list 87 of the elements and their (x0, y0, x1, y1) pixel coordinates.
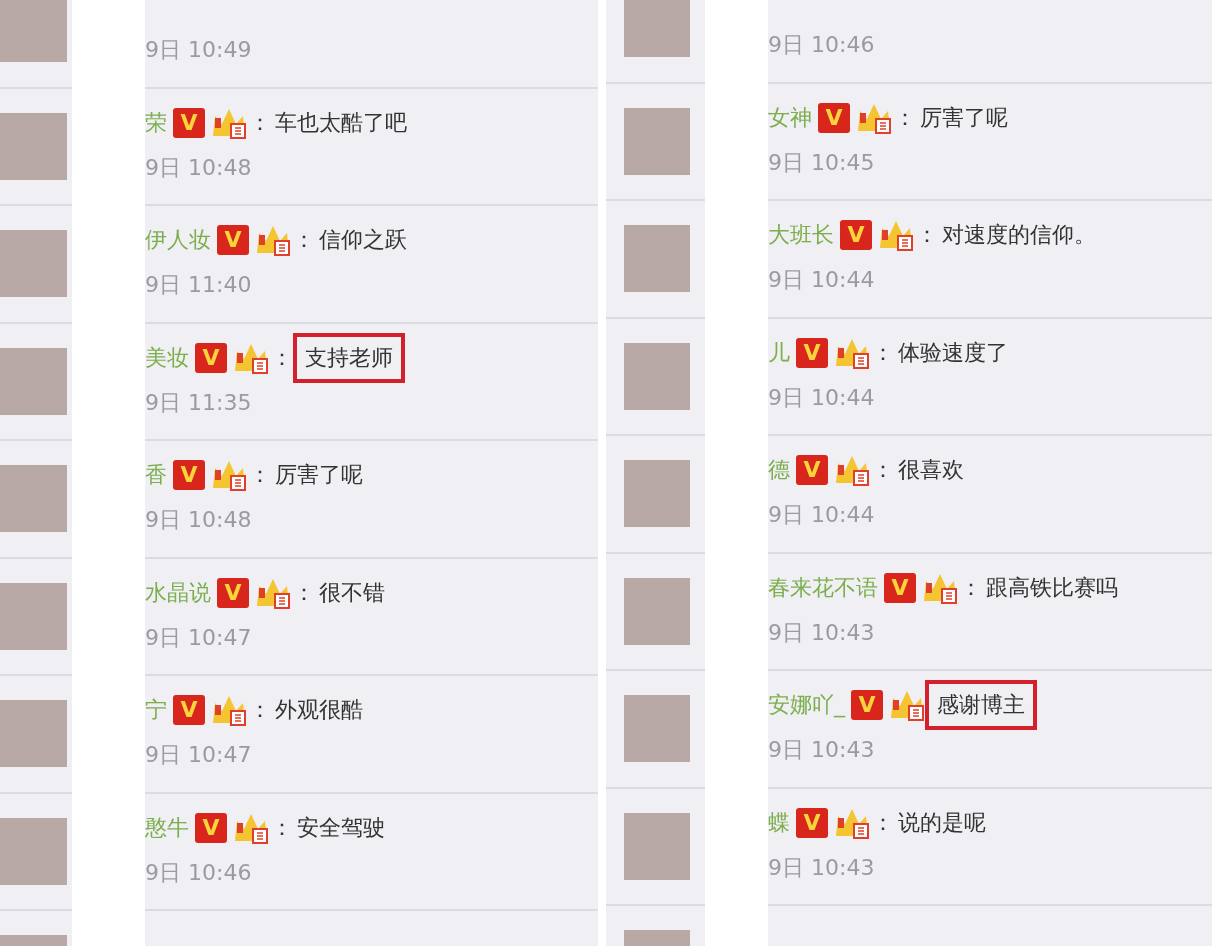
comment-text: 支持老师 (293, 332, 405, 383)
comment-text: 很不错 (319, 578, 385, 607)
colon-separator: ： (293, 226, 315, 254)
comment-time: 9日 10:46 (145, 858, 253, 887)
verified-badge: V (195, 342, 227, 373)
colon-separator: ： (894, 103, 916, 132)
username-link[interactable]: 德 (768, 455, 790, 485)
comment-text: 厉害了呢 (920, 103, 1008, 132)
comment-time: 9日 10:43 (768, 853, 876, 882)
verified-badge: V (840, 220, 872, 250)
comment-text: 跟高铁比赛吗 (986, 573, 1118, 602)
colon-separator: ： (960, 573, 982, 602)
avatar-photo[interactable] (624, 695, 690, 763)
verified-badge: V (796, 807, 828, 838)
username-link[interactable]: 美妆 (145, 342, 189, 373)
avatar-photo[interactable] (624, 225, 690, 293)
avatar-photo[interactable] (0, 817, 67, 885)
username-link[interactable]: 儿 (768, 337, 790, 368)
comment-time: 9日 10:44 (768, 266, 876, 294)
username-link[interactable]: 女神 (768, 102, 812, 133)
comment-time: 9日 10:43 (768, 736, 876, 764)
colon-separator: ： (249, 108, 271, 137)
comment-time: 9日 10:47 (145, 741, 253, 769)
username-link[interactable]: 宁 (145, 695, 167, 725)
username-link[interactable]: 憨牛 (145, 812, 189, 843)
comment-time: 9日 10:43 (768, 618, 876, 647)
verified-badge: V (217, 225, 249, 255)
username-link[interactable]: 蝶 (768, 807, 790, 838)
username-link[interactable]: 春来花不语 (768, 572, 878, 603)
avatar-photo[interactable] (0, 0, 67, 63)
avatar-photo[interactable] (0, 465, 67, 533)
username-link[interactable]: 水晶说 (145, 577, 211, 608)
username-link[interactable]: 伊人妆 (145, 225, 211, 255)
verified-badge: V (796, 337, 828, 368)
avatar-photo[interactable] (624, 342, 690, 410)
comment-time: 9日 10:48 (145, 153, 253, 182)
verified-badge: V (796, 455, 828, 485)
comment-text: 安全驾驶 (297, 813, 385, 842)
avatar-photo[interactable] (624, 812, 690, 880)
comment-time: 9日 10:47 (145, 623, 253, 652)
avatar-photo[interactable] (624, 0, 690, 58)
username-link[interactable]: 大班长 (768, 220, 834, 250)
verified-badge: V (195, 812, 227, 843)
colon-separator: ： (249, 696, 271, 724)
comment-text: 感谢博主 (925, 680, 1037, 730)
colon-separator: ： (872, 338, 894, 367)
username-link[interactable]: 安娜吖_ (768, 690, 845, 720)
avatar-photo[interactable] (0, 347, 67, 415)
avatar-photo[interactable] (0, 230, 67, 298)
comment-time: 9日 10:45 (768, 148, 876, 177)
avatar-photo[interactable] (0, 582, 67, 650)
comment-text: 说的是呢 (898, 808, 986, 837)
comment-time: 9日 10:46 (768, 31, 876, 59)
comment-time: 9日 11:40 (145, 271, 253, 299)
avatar-photo[interactable] (0, 112, 67, 180)
avatar-photo[interactable] (624, 460, 690, 528)
verified-badge: V (173, 695, 205, 725)
colon-separator: ： (271, 813, 293, 842)
colon-separator: ： (872, 456, 894, 484)
username-link[interactable]: 香 (145, 460, 167, 490)
avatar-photo[interactable] (0, 700, 67, 768)
verified-badge: V (818, 102, 850, 133)
comment-time: 9日 10:44 (768, 383, 876, 412)
colon-separator: ： (916, 221, 938, 249)
verified-badge: V (173, 460, 205, 490)
comment-text: 体验速度了 (898, 338, 1008, 367)
colon-separator: ： (271, 343, 293, 372)
comment-time: 9日 10:49 (145, 36, 253, 64)
comment-text: 很喜欢 (898, 456, 964, 484)
comment-time: 9日 11:35 (145, 388, 253, 417)
comment-text: 信仰之跃 (319, 226, 407, 254)
verified-badge: V (173, 107, 205, 138)
colon-separator: ： (872, 808, 894, 837)
avatar-photo[interactable] (624, 107, 690, 175)
colon-separator: ： (293, 578, 315, 607)
verified-badge: V (851, 690, 883, 720)
colon-separator: ： (249, 461, 271, 489)
comment-text: 厉害了呢 (275, 461, 363, 489)
avatar-photo[interactable] (624, 577, 690, 645)
verified-badge: V (884, 572, 916, 603)
comment-time: 9日 10:48 (145, 506, 253, 534)
comment-text: 对速度的信仰。 (942, 221, 1096, 249)
verified-badge: V (217, 577, 249, 608)
comment-time: 9日 10:44 (768, 501, 876, 529)
comment-text: 车也太酷了吧 (275, 108, 407, 137)
comment-text: 外观很酷 (275, 696, 363, 724)
username-link[interactable]: 荣 (145, 107, 167, 138)
